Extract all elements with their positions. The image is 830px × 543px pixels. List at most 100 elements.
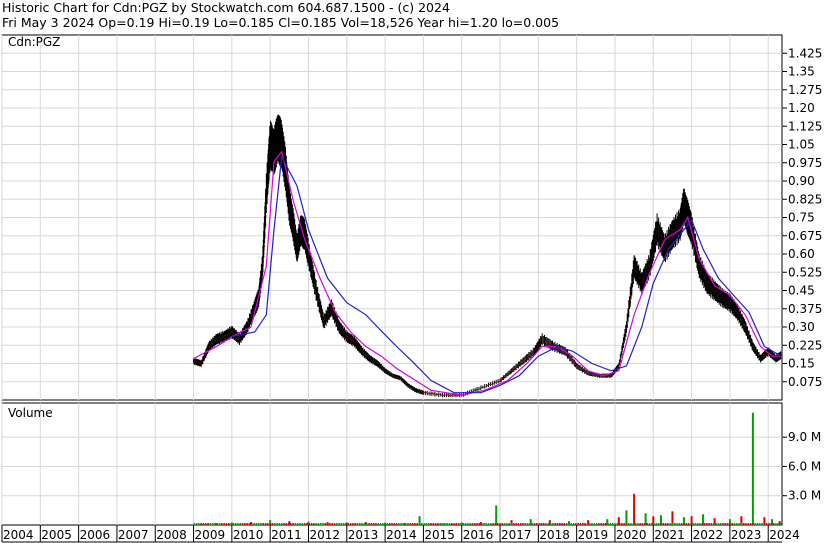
volume-bar-minor [777, 523, 779, 525]
volume-bar-minor [313, 523, 315, 525]
price-tick-label-0.75: 0.75 [788, 211, 815, 225]
price-tick-label-0.075: 0.075 [788, 375, 822, 389]
volume-bar-minor [453, 523, 455, 525]
volume-bar-minor [244, 523, 246, 525]
volume-panel [1, 402, 783, 526]
x-tick-label-2013: 2013 [348, 528, 379, 542]
volume-bar-minor [375, 523, 377, 525]
volume-bar-minor [501, 523, 504, 525]
volume-tick-label-3.0 M: 3.0 M [788, 489, 821, 503]
volume-bar-minor [333, 523, 336, 525]
price-tick-label-0.60: 0.60 [788, 247, 815, 261]
volume-bar-minor [469, 523, 471, 525]
volume-bar-minor [701, 523, 704, 525]
volume-bar-minor [775, 523, 777, 525]
volume-bar-minor [605, 523, 607, 525]
volume-bar-minor [257, 523, 260, 525]
volume-bar-minor [428, 523, 430, 525]
volume-bar-minor [565, 523, 568, 525]
volume-bar-minor [763, 523, 766, 525]
volume-bar-minor [494, 523, 497, 525]
volume-bar-minor [591, 523, 593, 525]
x-tick-label-2019: 2019 [578, 528, 609, 542]
volume-bar-minor [499, 523, 501, 525]
volume-bar-minor [402, 523, 405, 525]
volume-bar-minor [630, 523, 632, 525]
x-tick-label-2008: 2008 [156, 528, 187, 542]
volume-bar-minor [540, 523, 543, 525]
volume-title: Volume [8, 406, 53, 420]
volume-bar-minor [609, 523, 612, 525]
volume-bar-minor [214, 523, 216, 525]
volume-bar-minor [274, 523, 276, 525]
volume-bar-minor [246, 523, 248, 525]
volume-bar-minor [579, 523, 582, 525]
volume-bar-minor [598, 523, 600, 525]
volume-bar-minor [326, 523, 329, 525]
volume-bar-minor [593, 523, 596, 525]
volume-bar-minor [575, 523, 577, 525]
volume-bar-minor [761, 523, 763, 525]
volume-bar-minor [680, 523, 683, 525]
volume-bar-minor [372, 523, 375, 525]
volume-bar-minor [533, 523, 536, 525]
volume-bar-minor [676, 523, 678, 525]
volume-bar-minor [441, 523, 444, 525]
volume-bar-minor [717, 523, 720, 525]
volume-bar-minor [742, 523, 745, 525]
x-tick-label-2005: 2005 [41, 528, 72, 542]
volume-bar-minor [347, 523, 350, 525]
volume-bar-minor [411, 523, 414, 525]
volume-bar-minor [740, 523, 743, 525]
price-tick-label-1.275: 1.275 [788, 83, 822, 97]
volume-bar-minor [462, 523, 464, 525]
volume-bar-minor [554, 523, 556, 525]
volume-bar-minor [193, 523, 196, 525]
volume-bar-minor [386, 523, 389, 525]
volume-bar-minor [600, 523, 602, 525]
volume-bar-minor [770, 523, 773, 525]
volume-bar-minor [319, 523, 322, 525]
volume-bar-minor [708, 523, 710, 525]
volume-bar-minor [232, 523, 235, 525]
volume-bar-minor [439, 523, 442, 525]
volume-bar-minor [706, 523, 708, 525]
volume-bar-minor [239, 523, 242, 525]
volume-bar-minor [379, 523, 382, 525]
volume-bar-minor [648, 523, 651, 525]
volume-bar-minor [754, 523, 756, 525]
volume-bar-minor [271, 523, 274, 525]
volume-bar-minor [391, 523, 393, 525]
volume-bar-minor [450, 523, 453, 525]
volume-bar-minor [510, 523, 513, 525]
volume-bar-minor [349, 523, 352, 525]
volume-bar-minor [342, 523, 345, 525]
volume-bar-minor [623, 523, 625, 525]
volume-bar-minor [487, 523, 490, 525]
volume-bar-minor [361, 523, 363, 525]
x-tick-label-2006: 2006 [80, 528, 111, 542]
volume-bar-minor [536, 523, 538, 525]
volume-bar-minor [657, 523, 660, 525]
x-tick-label-2014: 2014 [386, 528, 417, 542]
volume-bar-minor [736, 523, 738, 525]
volume-bar-minor [248, 523, 251, 525]
price-tick-label-1.20: 1.20 [788, 101, 815, 115]
x-tick-label-2021: 2021 [654, 528, 685, 542]
volume-bar-minor [301, 523, 304, 525]
volume-bar-minor [584, 523, 586, 525]
volume-bar [671, 511, 674, 525]
volume-bar-minor [230, 523, 232, 525]
price-tick-label-0.975: 0.975 [788, 156, 822, 170]
volume-bar-minor [738, 523, 740, 525]
volume-bar-minor [352, 523, 354, 525]
volume-bar-minor [202, 523, 205, 525]
volume-bar-minor [570, 523, 573, 525]
volume-tick-label-9.0 M: 9.0 M [788, 430, 821, 444]
price-tick-label-1.125: 1.125 [788, 119, 822, 133]
volume-bar-minor [634, 523, 637, 525]
volume-bar-minor [582, 523, 584, 525]
volume-bar-minor [724, 523, 727, 525]
x-tick-label-2007: 2007 [118, 528, 149, 542]
volume-bar-minor [627, 523, 630, 525]
